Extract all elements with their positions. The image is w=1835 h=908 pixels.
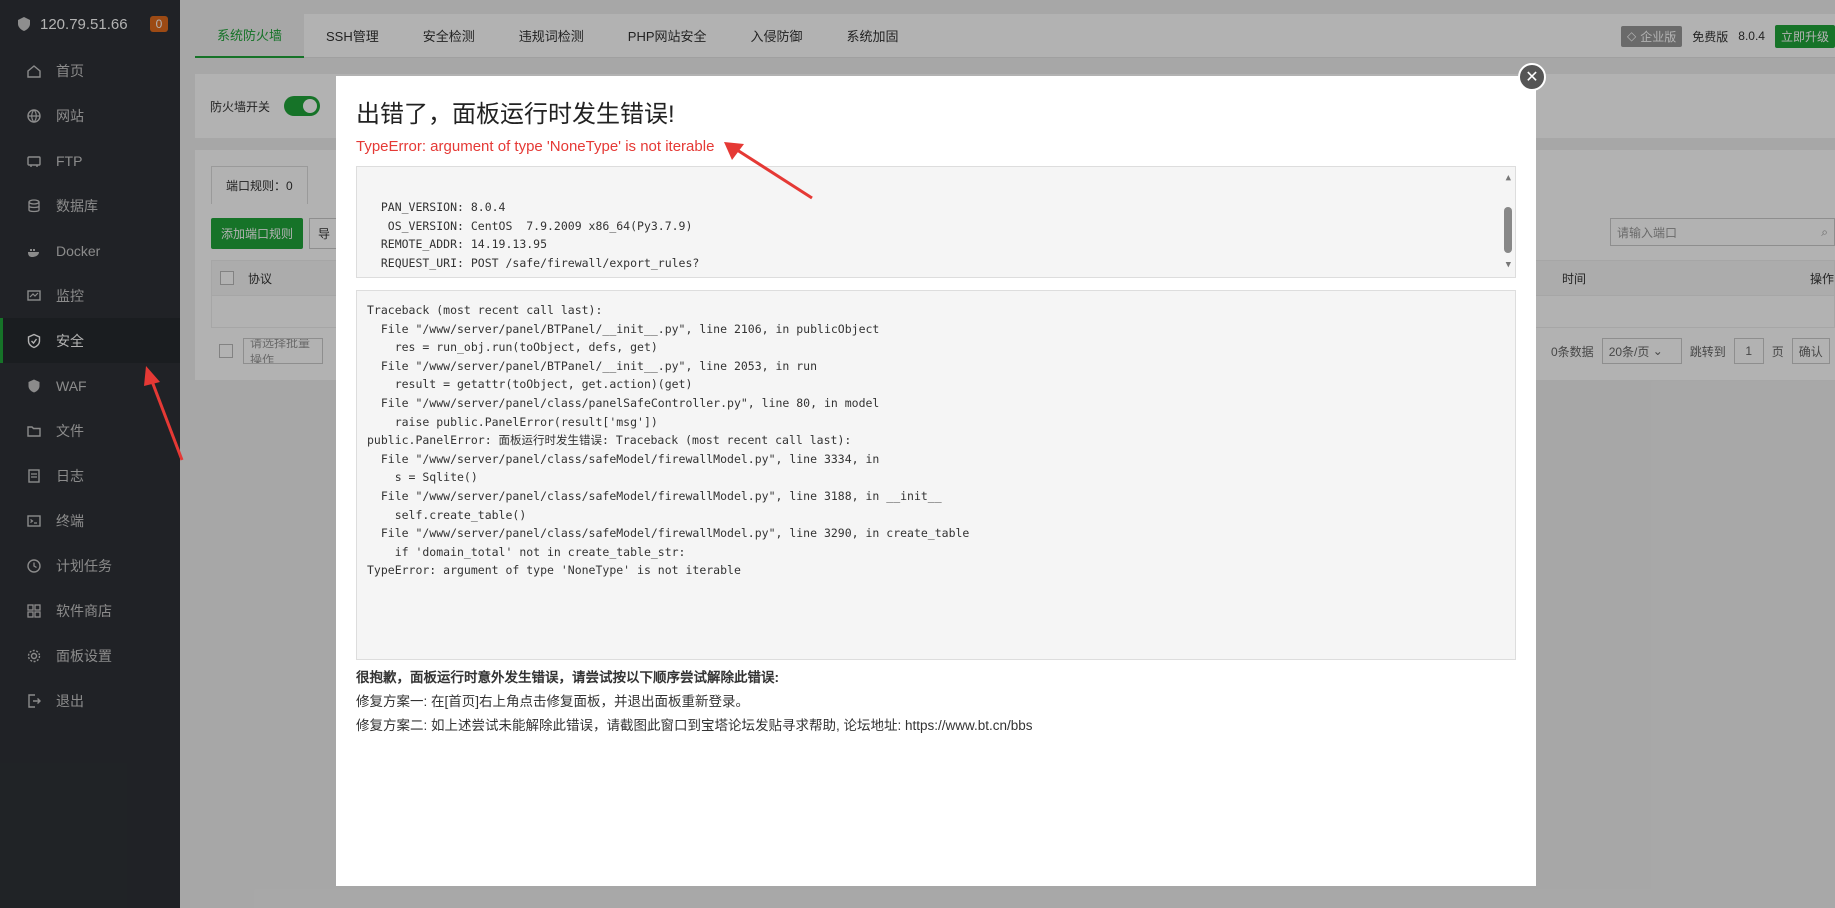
error-message: TypeError: argument of type 'NoneType' i…	[356, 138, 715, 155]
env-line: REQUEST_FORM: {' data' : ' {" rule_name"…	[367, 273, 1505, 277]
help-title: 很抱歉，面板运行时意外发生错误，请尝试按以下顺序尝试解除此错误:	[356, 670, 779, 685]
scrollbar-thumb[interactable]	[1504, 207, 1512, 253]
close-icon: ✕	[1525, 69, 1539, 86]
scroll-down-icon[interactable]: ▼	[1506, 256, 1511, 275]
error-modal: 出错了，面板运行时发生错误! TypeError: argument of ty…	[336, 76, 1536, 886]
help-section: 很抱歉，面板运行时意外发生错误，请尝试按以下顺序尝试解除此错误: 修复方案一: …	[356, 666, 1516, 738]
env-line: REQUEST_URI: POST /safe/firewall/export_…	[367, 255, 700, 270]
env-line: REMOTE_ADDR: 14.19.13.95	[367, 237, 548, 252]
scroll-up-icon[interactable]: ▲	[1506, 169, 1511, 188]
environment-lines: PAN_VERSION: 8.0.4 OS_VERSION: CentOS 7.…	[367, 198, 1505, 277]
fix-two: 修复方案二: 如上述尝试未能解除此错误，请截图此窗口到宝塔论坛发贴寻求帮助, 论…	[356, 718, 1033, 733]
env-line: OS_VERSION: CentOS 7.9.2009 x86_64(Py3.7…	[367, 218, 693, 233]
modal-close-button[interactable]: ✕	[1518, 63, 1546, 91]
fix-one: 修复方案一: 在[首页]右上角点击修复面板，并退出面板重新登录。	[356, 694, 750, 709]
traceback-box[interactable]: Traceback (most recent call last): File …	[356, 290, 1516, 660]
environment-info-box[interactable]: PAN_VERSION: 8.0.4 OS_VERSION: CentOS 7.…	[356, 166, 1516, 278]
modal-title: 出错了，面板运行时发生错误!	[356, 101, 675, 128]
env-line: PAN_VERSION: 8.0.4	[367, 200, 506, 215]
